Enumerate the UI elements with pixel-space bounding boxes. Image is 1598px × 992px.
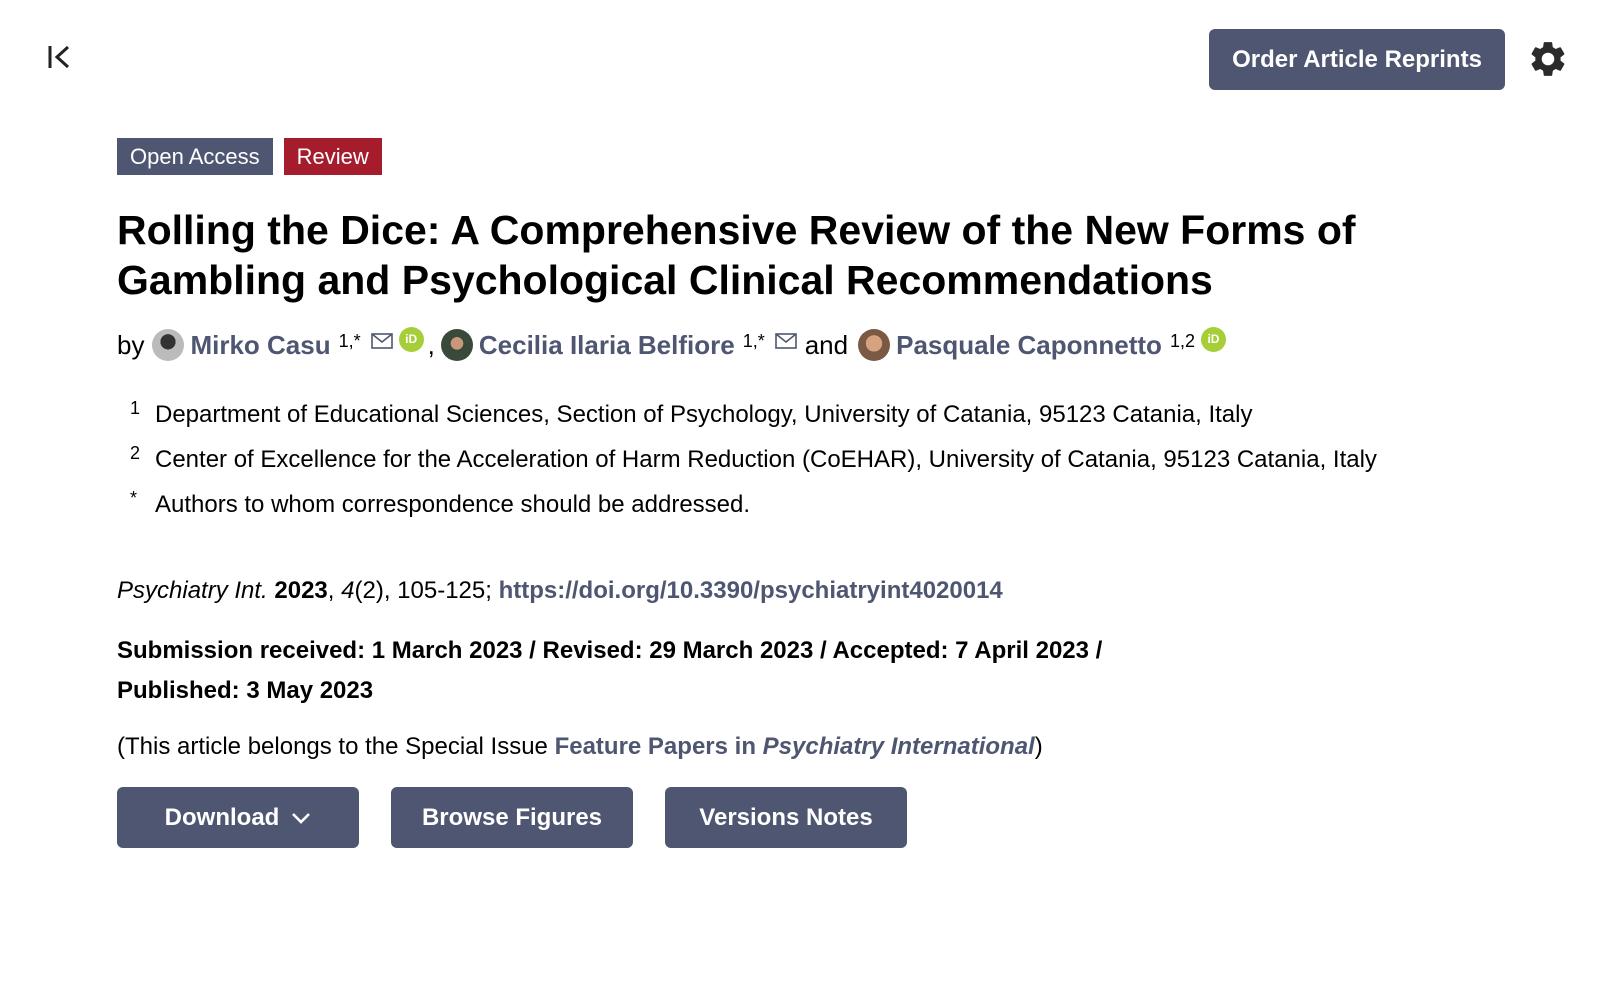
separator: ,	[427, 330, 435, 360]
citation-issue-pages: (2), 105-125;	[354, 577, 492, 604]
affiliation-number: 1	[130, 398, 141, 418]
avatar	[152, 329, 185, 361]
download-button[interactable]: Download	[117, 787, 359, 848]
publication-dates: Submission received: 1 March 2023 / Revi…	[117, 637, 1103, 704]
open-access-badge[interactable]: Open Access	[117, 138, 273, 175]
avatar	[440, 329, 473, 361]
author-affiliation-sup: 1,2	[1169, 331, 1195, 351]
orcid-icon[interactable]: iD	[1200, 326, 1226, 352]
author-link[interactable]: Mirko Casu	[190, 325, 330, 365]
and-label: and	[804, 330, 849, 360]
special-issue-link-text: Feature Papers in	[554, 733, 763, 760]
author-link[interactable]: Cecilia Ilaria Belfiore	[479, 325, 735, 365]
special-issue-link-journal: Psychiatry International	[762, 733, 1035, 760]
article-page: Order Article Reprints Open Access Revie…	[0, 0, 1598, 992]
collapse-sidebar-icon[interactable]	[42, 40, 76, 74]
author-list: by Mirko Casu 1,* iD , Cecilia Ilaria Be…	[117, 325, 1517, 365]
download-label: Download	[164, 803, 280, 831]
orcid-icon[interactable]: iD	[398, 326, 424, 352]
affiliation-number: *	[130, 488, 138, 508]
affiliation-item: 1 Department of Educational Sciences, Se…	[117, 395, 1517, 435]
badges: Open Access Review	[117, 138, 1517, 175]
special-issue-note: (This article belongs to the Special Iss…	[117, 729, 1517, 765]
special-issue-link[interactable]: Feature Papers in Psychiatry Internation…	[555, 733, 1035, 760]
special-issue-prefix: (This article belongs to the Special Iss…	[117, 733, 555, 760]
article-header: Open Access Review Rolling the Dice: A C…	[117, 138, 1517, 848]
affiliation-item: * Authors to whom correspondence should …	[117, 485, 1517, 525]
author-affiliation-sup: 1,*	[338, 331, 361, 351]
journal-name: Psychiatry Int.	[117, 577, 268, 604]
versions-notes-button[interactable]: Versions Notes	[665, 787, 907, 848]
envelope-icon[interactable]	[370, 333, 393, 349]
affiliation-text: Center of Excellence for the Acceleratio…	[155, 446, 1377, 473]
browse-figures-button[interactable]: Browse Figures	[391, 787, 633, 848]
author-link[interactable]: Pasquale Caponnetto	[896, 325, 1162, 365]
by-label: by	[117, 330, 145, 360]
author-affiliation-sup: 1,*	[742, 331, 765, 351]
doi-link[interactable]: https://doi.org/10.3390/psychiatryint402…	[499, 577, 1003, 604]
gear-icon[interactable]	[1525, 36, 1571, 82]
affiliation-text: Department of Educational Sciences, Sect…	[155, 401, 1253, 428]
affiliations: 1 Department of Educational Sciences, Se…	[117, 395, 1517, 525]
affiliation-text: Authors to whom correspondence should be…	[155, 491, 751, 518]
order-reprints-button[interactable]: Order Article Reprints	[1209, 29, 1505, 90]
citation-volume: 4	[341, 577, 355, 604]
article-title: Rolling the Dice: A Comprehensive Review…	[117, 207, 1356, 303]
citation-year: 2023	[274, 577, 328, 604]
avatar	[858, 329, 891, 361]
article-actions: Download Browse Figures Versions Notes	[117, 787, 1517, 848]
chevron-down-icon	[292, 812, 311, 824]
affiliation-item: 2 Center of Excellence for the Accelerat…	[117, 440, 1517, 480]
citation: Psychiatry Int. 2023, 4(2), 105-125; htt…	[117, 577, 1003, 604]
special-issue-suffix: )	[1034, 733, 1043, 760]
article-type-badge: Review	[283, 138, 382, 175]
envelope-icon[interactable]	[774, 333, 797, 349]
affiliation-number: 2	[130, 443, 141, 463]
